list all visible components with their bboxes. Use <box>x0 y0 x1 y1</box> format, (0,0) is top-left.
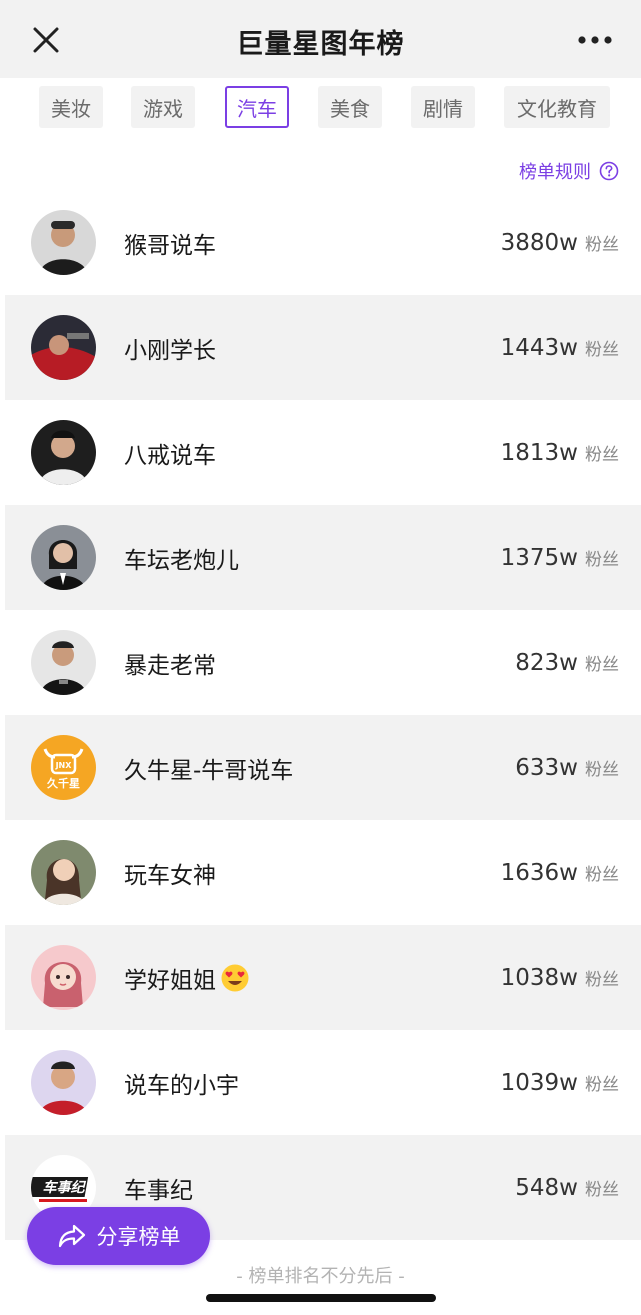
fans-label: 粉丝 <box>585 1075 619 1095</box>
fan-count: 1375w 粉丝 <box>501 505 619 610</box>
avatar: JNX 久千星 <box>31 735 96 800</box>
tab-cars[interactable]: 汽车 <box>225 86 289 128</box>
creator-name: 猴哥说车 <box>124 232 216 259</box>
avatar-logo-text: 久千星 <box>47 776 80 790</box>
creator-name-text: 学好姐姐 <box>124 967 216 994</box>
fan-count: 1813w 粉丝 <box>501 400 619 505</box>
creator-name: 车坛老炮儿 <box>124 547 239 574</box>
tab-beauty[interactable]: 美妆 <box>39 86 103 128</box>
fans-label: 粉丝 <box>585 760 619 780</box>
fan-count-value: 823w <box>515 649 578 676</box>
avatar <box>31 1050 96 1115</box>
fans-label: 粉丝 <box>585 865 619 885</box>
fan-count-value: 1813w <box>500 439 578 466</box>
creator-name: 八戒说车 <box>124 442 216 469</box>
fan-count-value: 1443w <box>500 334 578 361</box>
fan-count-value: 633w <box>515 754 578 781</box>
fans-label: 粉丝 <box>585 340 619 360</box>
tab-drama[interactable]: 剧情 <box>411 86 475 128</box>
fan-count: 1038w 粉丝 <box>501 925 619 1030</box>
page-title: 巨量星图年榜 <box>236 29 405 60</box>
creator-name: 学好姐姐 <box>124 925 250 1030</box>
share-ranking-label: 分享榜单 <box>96 1225 181 1249</box>
svg-text:JNX: JNX <box>55 761 73 770</box>
avatar-logo-text: 车事纪 <box>43 1179 87 1196</box>
home-indicator[interactable] <box>206 1294 436 1302</box>
list-item[interactable]: 车坛老炮儿 1375w 粉丝 <box>5 505 641 610</box>
share-arrow-icon <box>58 1224 85 1248</box>
creator-name: 小刚学长 <box>124 337 216 364</box>
fan-count: 1039w 粉丝 <box>501 1030 619 1135</box>
list-item[interactable]: 玩车女神 1636w 粉丝 <box>5 820 641 925</box>
fans-label: 粉丝 <box>585 970 619 990</box>
fans-label: 粉丝 <box>585 1180 619 1200</box>
avatar <box>31 840 96 905</box>
list-item[interactable]: 学好姐姐 1038w 粉丝 <box>5 925 641 1030</box>
list-item[interactable]: 说车的小宇 1039w 粉丝 <box>5 1030 641 1135</box>
creator-name: 暴走老常 <box>124 652 216 679</box>
fan-count: 1636w 粉丝 <box>501 820 619 925</box>
list-item[interactable]: 小刚学长 1443w 粉丝 <box>5 295 641 400</box>
fans-label: 粉丝 <box>585 235 619 255</box>
list-item[interactable]: 暴走老常 823w 粉丝 <box>5 610 641 715</box>
more-icon[interactable] <box>577 26 613 54</box>
question-circle-icon <box>599 161 619 181</box>
fans-label: 粉丝 <box>585 550 619 570</box>
fan-count: 548w 粉丝 <box>515 1135 619 1240</box>
fan-count-value: 548w <box>515 1174 578 1201</box>
fan-count-value: 3880w <box>500 229 578 256</box>
avatar <box>31 945 96 1010</box>
fan-count-value: 1375w <box>500 544 578 571</box>
fan-count-value: 1636w <box>500 859 578 886</box>
ranking-rules-link[interactable]: 榜单规则 <box>519 158 619 184</box>
fan-count: 823w 粉丝 <box>515 610 619 715</box>
avatar <box>31 210 96 275</box>
fan-count-value: 1039w <box>500 1069 578 1096</box>
list-item[interactable]: 八戒说车 1813w 粉丝 <box>5 400 641 505</box>
list-item[interactable]: 猴哥说车 3880w 粉丝 <box>5 190 641 295</box>
heart-eyes-emoji-icon <box>221 964 249 991</box>
header-bar: 巨量星图年榜 <box>0 0 641 78</box>
fans-label: 粉丝 <box>585 655 619 675</box>
tab-culture-education[interactable]: 文化教育 <box>504 86 610 128</box>
creator-name: 说车的小宇 <box>124 1072 239 1099</box>
creator-name: 久牛星-牛哥说车 <box>124 757 294 784</box>
fan-count: 3880w 粉丝 <box>501 190 619 295</box>
tab-food[interactable]: 美食 <box>318 86 382 128</box>
avatar <box>31 420 96 485</box>
category-tabs: 美妆 游戏 汽车 美食 剧情 文化教育 <box>0 78 641 140</box>
list-item[interactable]: JNX 久千星 久牛星-牛哥说车 633w 粉丝 <box>5 715 641 820</box>
avatar <box>31 630 96 695</box>
fan-count: 633w 粉丝 <box>515 715 619 820</box>
tab-games[interactable]: 游戏 <box>131 86 195 128</box>
fan-count-value: 1038w <box>500 964 578 991</box>
ranking-rules-label: 榜单规则 <box>519 162 591 183</box>
fan-count: 1443w 粉丝 <box>501 295 619 400</box>
share-ranking-button[interactable]: 分享榜单 <box>27 1207 210 1265</box>
avatar <box>31 315 96 380</box>
fans-label: 粉丝 <box>585 445 619 465</box>
ranking-disclaimer: - 榜单排名不分先后 - <box>236 1266 405 1287</box>
avatar <box>31 525 96 590</box>
creator-name: 玩车女神 <box>124 862 216 889</box>
